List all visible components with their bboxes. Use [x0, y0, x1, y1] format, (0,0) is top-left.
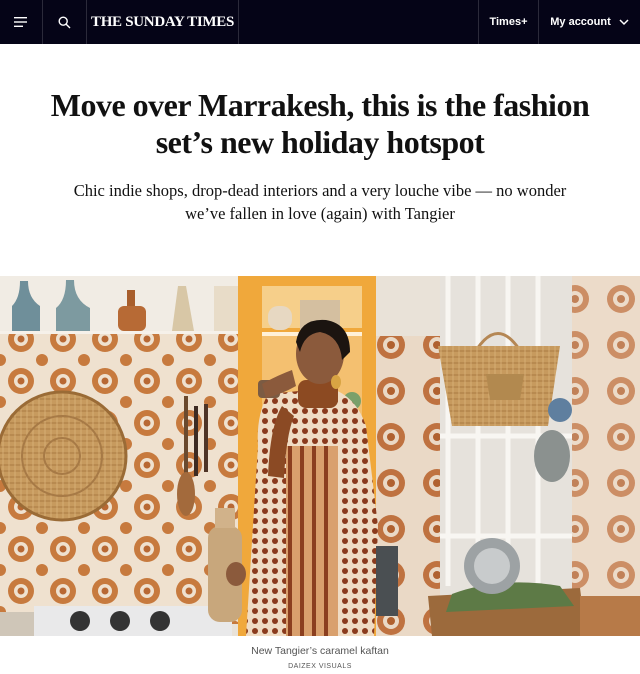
chevron-down-icon: [619, 18, 629, 25]
article-standfirst: Chic indie shops, drop-dead interiors an…: [73, 181, 567, 223]
masthead-logo[interactable]: THE SUNDAY TIMES: [87, 0, 239, 44]
times-plus-link[interactable]: Times+: [479, 0, 539, 44]
article-header: Move over Marrakesh, this is the fashion…: [0, 44, 640, 276]
search-icon: [58, 15, 71, 28]
hero-photo: [0, 276, 640, 636]
article-headline: Move over Marrakesh, this is the fashion…: [50, 87, 590, 160]
menu-button[interactable]: [0, 0, 43, 44]
search-button[interactable]: [43, 0, 87, 44]
my-account-button[interactable]: My account: [539, 0, 640, 44]
nav-spacer: [239, 0, 479, 44]
hamburger-menu-icon: [14, 17, 27, 27]
hero-image: [0, 276, 640, 636]
image-credit: DAIZEX VISUALS: [288, 663, 352, 670]
my-account-label: My account: [550, 16, 611, 28]
image-caption: New Tangier’s caramel kaftan: [251, 645, 389, 657]
top-navigation-bar: THE SUNDAY TIMES Times+ My account: [0, 0, 640, 44]
